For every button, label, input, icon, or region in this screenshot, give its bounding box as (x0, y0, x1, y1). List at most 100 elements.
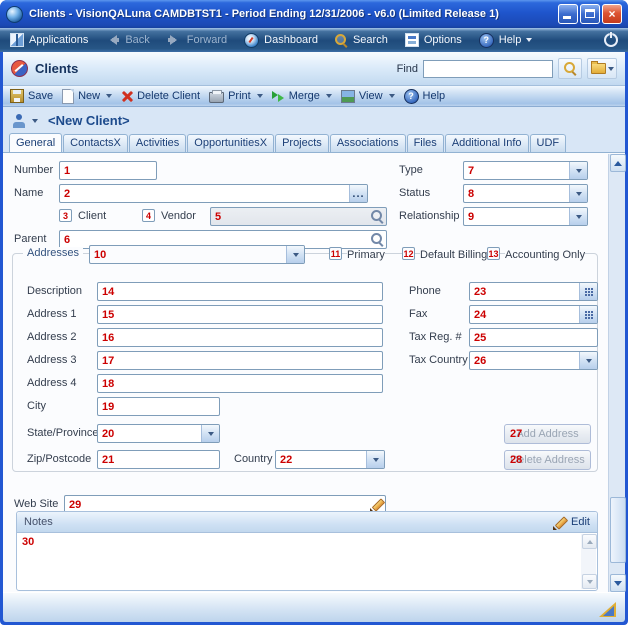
tab-general[interactable]: General (9, 133, 62, 152)
save-button[interactable]: Save (10, 89, 53, 103)
save-icon (10, 89, 24, 103)
status-select[interactable]: 8 (463, 184, 588, 203)
scroll-up-button[interactable] (610, 154, 626, 172)
state-label: State/Province (27, 427, 99, 439)
menu-back[interactable]: Back (105, 34, 149, 46)
delete-client-button[interactable]: Delete Client (121, 90, 200, 102)
notes-scrollbar[interactable] (581, 534, 596, 589)
address3-input[interactable]: 17 (97, 351, 383, 370)
address-selector-dropdown-button[interactable] (286, 246, 304, 263)
state-dropdown-button[interactable] (201, 425, 219, 442)
menu-dashboard[interactable]: Dashboard (244, 33, 318, 48)
vendor-checkbox[interactable]: 4 (142, 209, 155, 222)
forward-arrow-icon (167, 35, 182, 45)
client-person-icon[interactable] (12, 114, 26, 128)
find-input[interactable] (423, 60, 553, 78)
fax-keypad-button[interactable] (579, 306, 597, 323)
address2-label: Address 2 (27, 331, 77, 343)
view-button[interactable]: View (341, 90, 395, 103)
menu-search[interactable]: Search (335, 34, 388, 47)
power-icon[interactable] (604, 33, 618, 47)
search-icon (335, 34, 348, 47)
tax-country-select[interactable]: 26 (469, 351, 598, 370)
merge-button[interactable]: Merge (272, 90, 332, 102)
client-checkbox[interactable]: 3 (59, 209, 72, 222)
country-select[interactable]: 22 (275, 450, 385, 469)
menubar: Applications Back Forward Dashboard Sear… (0, 28, 628, 52)
new-button[interactable]: New (62, 89, 112, 104)
maximize-button[interactable] (580, 4, 600, 24)
delete-address-button[interactable]: 28 Delete Address (504, 450, 591, 470)
scrollbar-thumb[interactable] (610, 497, 626, 563)
menu-help[interactable]: ? Help (479, 33, 533, 48)
delete-address-number: 28 (510, 454, 522, 466)
fax-input[interactable]: 24 (469, 305, 598, 324)
address4-input[interactable]: 18 (97, 374, 383, 393)
tab-contactsx[interactable]: ContactsX (63, 134, 128, 152)
phone-keypad-button[interactable] (579, 283, 597, 300)
scroll-down-icon[interactable] (582, 574, 597, 589)
tab-opportunitiesx[interactable]: OpportunitiesX (187, 134, 274, 152)
state-select[interactable]: 20 (97, 424, 220, 443)
country-dropdown-button[interactable] (366, 451, 384, 468)
tab-associations[interactable]: Associations (330, 134, 406, 152)
scroll-down-button[interactable] (610, 574, 626, 592)
chevron-down-icon (208, 432, 214, 436)
menu-forward[interactable]: Forward (167, 34, 227, 46)
default-billing-checkbox[interactable]: 12 (402, 247, 415, 260)
chevron-down-icon (106, 94, 112, 98)
add-address-number: 27 (510, 428, 522, 440)
resize-grip-icon[interactable] (599, 602, 616, 617)
tax-reg-input[interactable]: 25 (469, 328, 598, 347)
find-search-button[interactable] (558, 58, 582, 79)
scroll-up-icon[interactable] (582, 534, 597, 549)
name-browse-button[interactable]: ... (349, 185, 367, 202)
status-dropdown-button[interactable] (569, 185, 587, 202)
city-input[interactable]: 19 (97, 397, 220, 416)
chevron-down-icon (576, 215, 582, 219)
menu-options[interactable]: Options (405, 33, 462, 47)
add-address-button[interactable]: 27 Add Address (504, 424, 591, 444)
number-input[interactable]: 1 (59, 161, 157, 180)
primary-checkbox[interactable]: 11 (329, 247, 342, 260)
chevron-down-icon[interactable] (32, 119, 38, 123)
address1-input[interactable]: 15 (97, 305, 383, 324)
notes-edit-button[interactable]: Edit (553, 516, 590, 529)
tab-additional-info[interactable]: Additional Info (445, 134, 529, 152)
tab-activities[interactable]: Activities (129, 134, 186, 152)
vendor-lookup-input[interactable]: 5 (210, 207, 387, 226)
notes-textarea[interactable]: 30 (17, 533, 597, 590)
menu-label: Applications (29, 34, 88, 46)
relationship-select[interactable]: 9 (463, 207, 588, 226)
accounting-only-checkbox[interactable]: 13 (487, 247, 500, 260)
name-input[interactable]: 2 ... (59, 184, 368, 203)
vendor-lookup-button[interactable] (369, 208, 386, 225)
clients-icon (11, 60, 28, 77)
type-select[interactable]: 7 (463, 161, 588, 180)
saved-searches-button[interactable] (587, 58, 617, 79)
relationship-dropdown-button[interactable] (569, 208, 587, 225)
help-button[interactable]: ? Help (404, 89, 446, 104)
merge-icon (272, 91, 285, 102)
tab-files[interactable]: Files (407, 134, 444, 152)
name-label: Name (14, 187, 43, 199)
menu-applications[interactable]: Applications (10, 33, 88, 47)
close-button[interactable]: × (602, 4, 622, 24)
minimize-button[interactable] (558, 4, 578, 24)
address-selector[interactable]: 10 (89, 245, 305, 264)
print-button[interactable]: Print (209, 89, 263, 103)
phone-input[interactable]: 23 (469, 282, 598, 301)
type-dropdown-button[interactable] (569, 162, 587, 179)
chevron-down-icon (586, 359, 592, 363)
chevron-down-icon (293, 253, 299, 257)
tab-projects[interactable]: Projects (275, 134, 329, 152)
address2-input[interactable]: 16 (97, 328, 383, 347)
phone-value: 23 (470, 286, 579, 298)
parent-lookup-button[interactable] (369, 231, 386, 248)
description-input[interactable]: 14 (97, 282, 383, 301)
tax-country-dropdown-button[interactable] (579, 352, 597, 369)
tab-udf[interactable]: UDF (530, 134, 567, 152)
main-scrollbar[interactable] (608, 154, 625, 592)
client-checkbox-label: Client (78, 210, 106, 222)
zip-input[interactable]: 21 (97, 450, 220, 469)
